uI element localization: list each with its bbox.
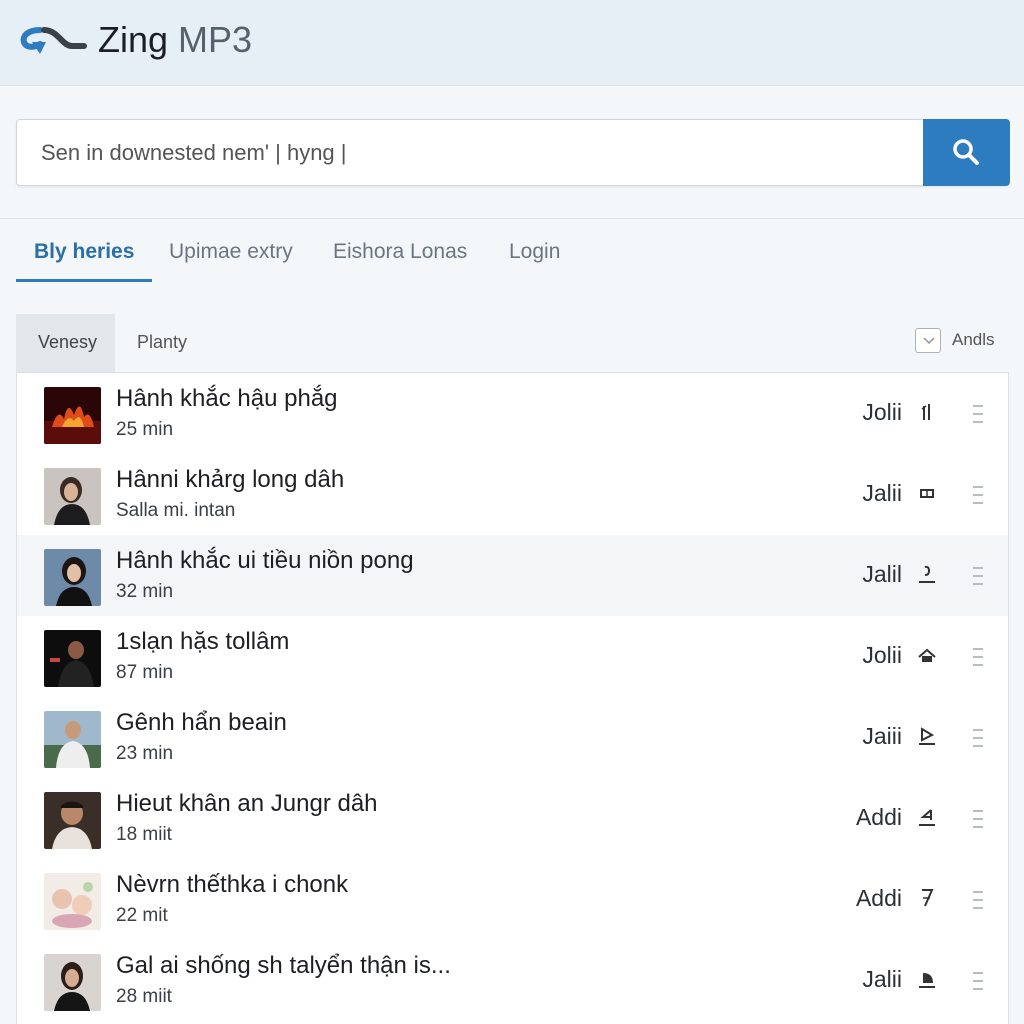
- ticket-icon[interactable]: [917, 481, 937, 505]
- song-artist: Jaiii: [862, 723, 902, 749]
- song-title: Gal ai shống sh talyển thận is...: [116, 952, 451, 979]
- baby-thumbnail: [44, 873, 101, 930]
- song-duration: 18 miit: [116, 824, 172, 845]
- app-title-brand: Zing: [98, 19, 169, 60]
- seven-icon[interactable]: [917, 886, 937, 910]
- song-title: 1slạn hặs tollâm: [116, 628, 290, 655]
- song-row[interactable]: Hânni khảrg long dâh Salla mi. intan Jal…: [17, 454, 1008, 535]
- sort-dropdown[interactable]: [915, 328, 941, 353]
- song-duration: 25 min: [116, 419, 174, 440]
- zing-logo-icon[interactable]: [18, 20, 88, 60]
- list-header: Venesy Planty Andls: [16, 314, 1009, 372]
- song-artist: Addi: [855, 885, 902, 911]
- song-title: Hieut khân an Jungr dâh: [116, 790, 378, 817]
- drag-handle-icon[interactable]: [972, 727, 984, 749]
- search-bar: [16, 119, 1010, 186]
- woman-portrait-thumbnail: [44, 954, 101, 1011]
- search-button[interactable]: [923, 119, 1010, 186]
- song-duration: 28 miit: [116, 986, 172, 1007]
- drag-handle-icon[interactable]: [972, 484, 984, 506]
- app-header: Zing MP3: [0, 0, 1024, 86]
- song-artist: Addi: [855, 804, 902, 830]
- woman-portrait-thumbnail: [44, 468, 101, 525]
- drag-handle-icon[interactable]: [972, 646, 984, 668]
- song-title: Hânh khắc hậu phắg: [116, 385, 338, 412]
- song-row[interactable]: Hânh khắc hậu phắg 25 min Jolii: [17, 373, 1008, 454]
- tab-upimae-extry[interactable]: Upimae extry: [169, 228, 293, 282]
- song-title: Nèvrn thếthka i chonk: [116, 871, 349, 898]
- song-row[interactable]: Hânh khắc ui tiều niồn pong 32 min Jalil: [17, 535, 1008, 616]
- bars-icon[interactable]: [917, 400, 937, 424]
- fire-thumbnail: [44, 387, 101, 444]
- song-row[interactable]: Gal ai shống sh talyển thận is... 28 mii…: [17, 940, 1008, 1021]
- song-title: Hânni khảrg long dâh: [116, 466, 345, 493]
- song-artist: Jolii: [862, 642, 902, 668]
- man-portrait-thumbnail: [44, 711, 101, 768]
- song-duration: Salla mi. intan: [116, 500, 236, 521]
- song-title: Hânh khắc ui tiều niồn pong: [116, 547, 414, 574]
- song-row[interactable]: Nèvrn thếthka i chonk 22 mit Addi: [17, 859, 1008, 940]
- song-row[interactable]: Gênh hẩn beain 23 min Jaiii: [17, 697, 1008, 778]
- app-title: Zing MP3: [98, 18, 252, 62]
- song-duration: 23 min: [116, 743, 174, 764]
- divider: [0, 218, 1024, 219]
- pie-icon[interactable]: [917, 967, 937, 991]
- song-duration: 22 mit: [116, 905, 168, 926]
- chevron-down-icon: [923, 337, 935, 345]
- woman-portrait-thumbnail: [44, 549, 101, 606]
- song-row[interactable]: 1slạn hặs tollâm 87 min Jolii: [17, 616, 1008, 697]
- song-duration: 32 min: [116, 581, 174, 602]
- subtab-venesy[interactable]: Venesy: [16, 314, 115, 372]
- drag-handle-icon[interactable]: [972, 970, 984, 992]
- performer-thumbnail: [44, 630, 101, 687]
- song-list: Hânh khắc hậu phắg 25 min Jolii Hânni kh…: [16, 372, 1009, 1024]
- song-panel: Venesy Planty Andls Hânh khắc hậu phắg 2…: [16, 314, 1009, 1024]
- download-icon[interactable]: [917, 562, 937, 586]
- drag-handle-icon[interactable]: [972, 403, 984, 425]
- song-artist: Jalii: [862, 480, 902, 506]
- arrow-left-icon[interactable]: [917, 805, 937, 829]
- play-icon[interactable]: [917, 724, 937, 748]
- tab-eishora-lonas[interactable]: Eishora Lonas: [333, 228, 467, 282]
- song-artist: Jalil: [862, 561, 902, 587]
- search-icon: [953, 139, 979, 165]
- tab-login[interactable]: Login: [509, 228, 560, 282]
- song-artist: Jolii: [862, 399, 902, 425]
- man-portrait-thumbnail: [44, 792, 101, 849]
- song-title: Gênh hẩn beain: [116, 709, 287, 736]
- app-title-product: MP3: [178, 19, 253, 60]
- house-icon[interactable]: [917, 643, 937, 667]
- tab-bly-heries[interactable]: Bly heries: [16, 228, 153, 282]
- song-artist: Jalii: [862, 966, 902, 992]
- drag-handle-icon[interactable]: [972, 889, 984, 911]
- drag-handle-icon[interactable]: [972, 808, 984, 830]
- search-input[interactable]: [17, 120, 922, 185]
- subtab-planty[interactable]: Planty: [115, 314, 209, 372]
- song-row[interactable]: Hieut khân an Jungr dâh 18 miit Addi: [17, 778, 1008, 859]
- sort-label: Andls: [952, 330, 995, 349]
- drag-handle-icon[interactable]: [972, 565, 984, 587]
- song-duration: 87 min: [116, 662, 174, 683]
